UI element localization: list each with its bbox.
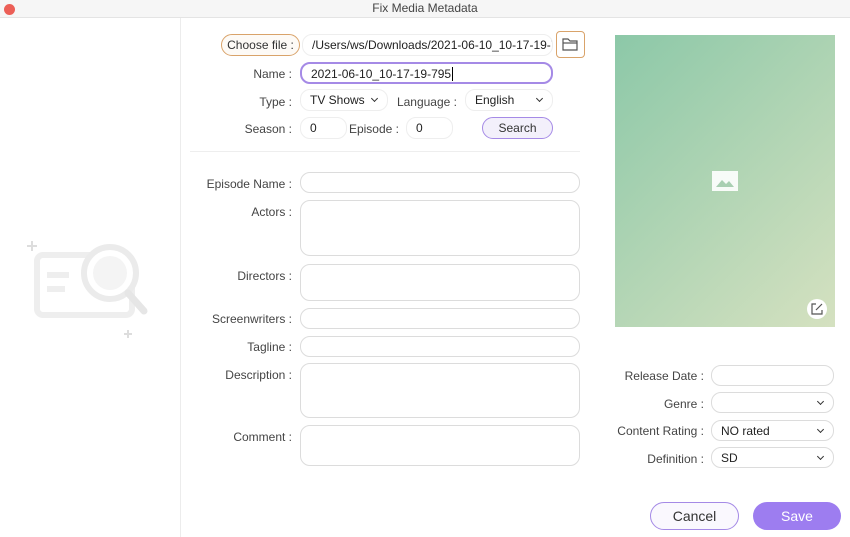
cancel-button[interactable]: Cancel bbox=[650, 502, 739, 530]
search-media-illustration-icon bbox=[27, 241, 148, 338]
genre-label: Genre : bbox=[663, 397, 704, 411]
edit-icon bbox=[811, 303, 823, 315]
save-button[interactable]: Save bbox=[753, 502, 841, 530]
actors-textarea[interactable] bbox=[300, 200, 580, 256]
directors-textarea[interactable] bbox=[300, 264, 580, 301]
directors-label: Directors : bbox=[237, 269, 292, 283]
comment-textarea[interactable] bbox=[300, 425, 580, 466]
choose-file-button[interactable]: Choose file : bbox=[221, 34, 300, 56]
comment-label: Comment : bbox=[233, 430, 292, 444]
artwork-preview bbox=[615, 35, 835, 327]
episode-name-input[interactable] bbox=[300, 172, 580, 193]
name-input[interactable]: 2021-06-10_10-17-19-795 bbox=[300, 62, 553, 84]
browse-folder-button[interactable] bbox=[556, 31, 585, 58]
content-rating-label: Content Rating : bbox=[617, 424, 704, 438]
folder-icon bbox=[562, 38, 578, 51]
title-bar: Fix Media Metadata bbox=[0, 0, 850, 18]
divider bbox=[190, 151, 580, 152]
episode-input[interactable]: 0 bbox=[406, 117, 453, 139]
close-window-button[interactable] bbox=[4, 4, 15, 15]
edit-artwork-button[interactable] bbox=[807, 299, 827, 319]
search-button[interactable]: Search bbox=[482, 117, 553, 139]
episode-name-label: Episode Name : bbox=[206, 177, 292, 191]
file-path-input[interactable]: /Users/ws/Downloads/2021-06-10_10-17-19-… bbox=[302, 34, 553, 56]
episode-label: Episode : bbox=[348, 122, 399, 136]
release-date-input[interactable] bbox=[711, 365, 834, 386]
description-textarea[interactable] bbox=[300, 363, 580, 418]
type-label: Type : bbox=[259, 95, 292, 109]
definition-label: Definition : bbox=[647, 452, 704, 466]
actors-label: Actors : bbox=[251, 205, 292, 219]
definition-select[interactable]: SD bbox=[711, 447, 834, 468]
tagline-input[interactable] bbox=[300, 336, 580, 357]
release-date-label: Release Date : bbox=[624, 369, 704, 383]
language-select[interactable]: English bbox=[465, 89, 553, 111]
language-label: Language : bbox=[396, 95, 457, 109]
window-title: Fix Media Metadata bbox=[372, 1, 478, 15]
genre-select[interactable] bbox=[711, 392, 834, 413]
description-label: Description : bbox=[225, 368, 292, 382]
content-rating-select[interactable]: NO rated bbox=[711, 420, 834, 441]
screenwriters-label: Screenwriters : bbox=[211, 312, 292, 326]
name-label: Name : bbox=[253, 67, 292, 81]
image-placeholder-icon bbox=[712, 171, 738, 191]
tagline-label: Tagline : bbox=[247, 340, 292, 354]
screenwriters-input[interactable] bbox=[300, 308, 580, 329]
